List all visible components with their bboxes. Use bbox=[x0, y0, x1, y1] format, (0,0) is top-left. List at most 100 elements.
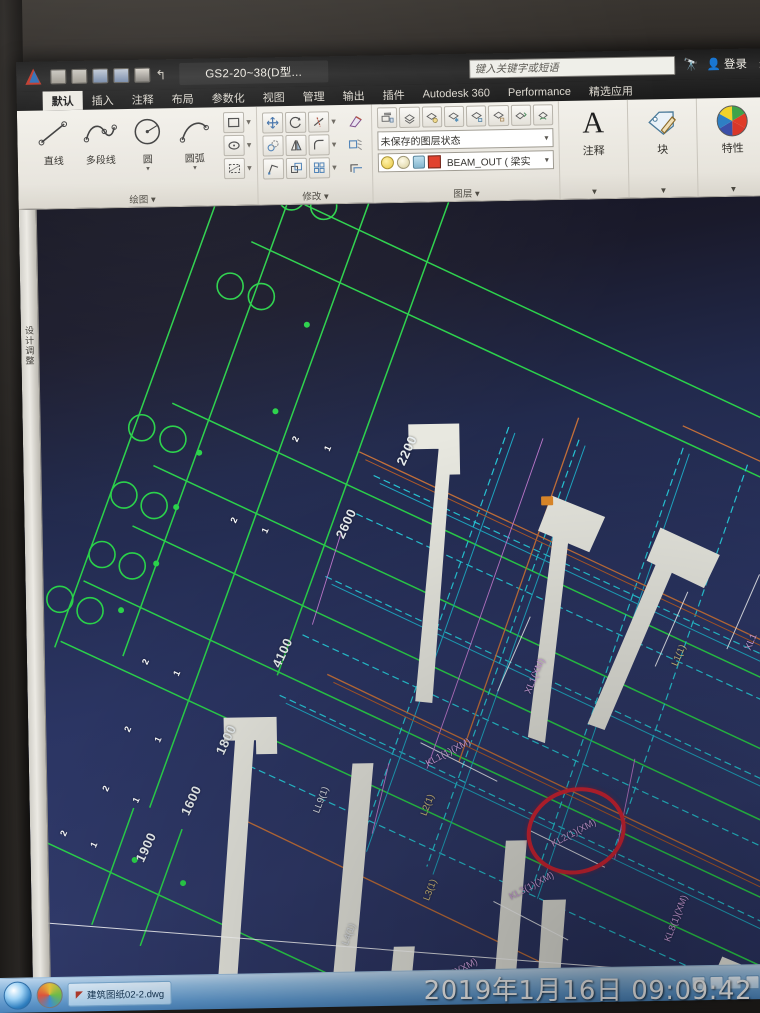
tab-default[interactable]: 默认 bbox=[42, 90, 83, 111]
tab-manage[interactable]: 管理 bbox=[294, 86, 334, 106]
arc-tool-label: 圆弧 bbox=[184, 153, 205, 165]
layer-on-bulb-icon[interactable] bbox=[380, 156, 395, 170]
annotation-tool[interactable]: A 注释 bbox=[567, 103, 620, 159]
properties-panel-expand[interactable]: ▾ bbox=[731, 184, 736, 196]
tab-view[interactable]: 视图 bbox=[254, 87, 294, 107]
circle-tool[interactable]: 圆 ▾ bbox=[125, 111, 170, 173]
current-layer-dropdown[interactable]: BEAM_OUT ( 梁实 ▾ bbox=[377, 150, 555, 173]
titlebar-right-group: 键入关键字或短语 🔭 👤 登录 » bbox=[469, 54, 760, 79]
arc-icon bbox=[177, 112, 212, 149]
arc-dropdown-icon[interactable]: ▾ bbox=[193, 165, 197, 172]
trim-dropdown-icon[interactable]: ▾ bbox=[331, 116, 336, 127]
line-tool[interactable]: 直线 bbox=[31, 113, 76, 168]
browser-icon[interactable] bbox=[36, 981, 63, 1009]
tab-autodesk-360[interactable]: Autodesk 360 bbox=[413, 83, 499, 104]
stretch-icon[interactable] bbox=[262, 158, 285, 180]
layer-lock-padlock-icon[interactable] bbox=[412, 155, 426, 169]
layer-state-value: 未保存的图层状态 bbox=[380, 135, 461, 149]
block-panel-expand[interactable]: ▾ bbox=[661, 185, 666, 197]
tab-performance[interactable]: Performance bbox=[499, 82, 580, 102]
save-icon[interactable] bbox=[92, 67, 109, 84]
layer-freeze-sun-icon[interactable] bbox=[396, 155, 411, 170]
move-icon[interactable] bbox=[261, 112, 284, 134]
taskbar-item-label: 建筑图纸02-2.dwg bbox=[86, 988, 165, 1002]
printer-icon[interactable] bbox=[134, 67, 151, 83]
hatch-icon[interactable] bbox=[223, 157, 246, 180]
new-file-icon[interactable] bbox=[50, 68, 67, 84]
polyline-icon bbox=[82, 114, 119, 151]
copy-icon[interactable] bbox=[262, 135, 284, 157]
quick-access-toolbar: ↰ bbox=[50, 67, 169, 84]
search-input[interactable]: 键入关键字或短语 bbox=[469, 55, 676, 79]
tab-insert[interactable]: 插入 bbox=[83, 90, 123, 110]
tab-output[interactable]: 输出 bbox=[333, 85, 373, 105]
open-folder-icon[interactable] bbox=[71, 68, 88, 84]
annotation-panel-expand[interactable]: ▾ bbox=[592, 186, 597, 198]
fillet-dropdown-icon[interactable]: ▾ bbox=[331, 139, 337, 150]
explode-icon[interactable] bbox=[345, 134, 366, 155]
block-insert-icon bbox=[645, 104, 680, 141]
color-wheel-icon bbox=[715, 103, 750, 140]
text-A-icon: A bbox=[582, 106, 605, 140]
layer-controls: 未保存的图层状态 ▾ BEAM_OUT ( 梁实 ▾ bbox=[376, 104, 555, 173]
scale-icon[interactable] bbox=[285, 157, 308, 180]
layer-lock-icon[interactable] bbox=[465, 105, 487, 127]
autocad-logo-icon[interactable] bbox=[22, 66, 44, 86]
layer-color-swatch[interactable] bbox=[427, 155, 442, 169]
polyline-tool[interactable]: 多段线 bbox=[78, 112, 123, 167]
cad-drawing-vector: Y X bbox=[31, 196, 760, 978]
layer-state-dropdown[interactable]: 未保存的图层状态 ▾ bbox=[377, 128, 554, 151]
layer-tool-row bbox=[376, 104, 554, 129]
mirror-icon[interactable] bbox=[285, 134, 307, 157]
ellipse-icon[interactable] bbox=[223, 134, 245, 157]
drawing-canvas[interactable]: Y X 2200 2600 4100 1800 1600 1900 2400 2… bbox=[18, 196, 760, 978]
layer-previous-icon[interactable] bbox=[532, 104, 554, 126]
tab-annotate[interactable]: 注释 bbox=[123, 89, 163, 109]
properties-label: 特性 bbox=[721, 142, 744, 156]
layer-off-icon[interactable] bbox=[421, 106, 443, 128]
ribbon-panel-draw: 直线 多段线 圆 ▾ 圆弧 ▾ ▾ ▾ ▾ 绘图 ▾ bbox=[16, 106, 259, 209]
block-tool[interactable]: 块 bbox=[636, 102, 689, 158]
offset-icon[interactable] bbox=[346, 157, 367, 178]
camera-timestamp: 2019年1月16日 09:09:42 bbox=[423, 976, 752, 1006]
titlebar-overflow-icon[interactable]: » bbox=[755, 56, 760, 71]
rotate-icon[interactable] bbox=[284, 111, 307, 134]
undo-arrow-icon[interactable]: ↰ bbox=[155, 67, 169, 82]
current-layer-value: BEAM_OUT ( 梁实 bbox=[446, 156, 531, 170]
polyline-tool-label: 多段线 bbox=[85, 155, 116, 167]
rectangle-dropdown-icon[interactable]: ▾ bbox=[246, 117, 251, 128]
annotation-label: 注释 bbox=[582, 145, 605, 158]
windows-start-orb-icon[interactable] bbox=[3, 981, 32, 1010]
sign-in-button[interactable]: 👤 登录 bbox=[706, 56, 748, 73]
layer-freeze-icon[interactable] bbox=[443, 105, 465, 128]
tab-featured-apps[interactable]: 精选应用 bbox=[580, 81, 642, 101]
eraser-icon[interactable] bbox=[345, 111, 366, 132]
binoculars-icon[interactable]: 🔭 bbox=[684, 57, 699, 71]
trim-icon[interactable] bbox=[307, 111, 330, 133]
user-icon: 👤 bbox=[706, 59, 722, 72]
array-dropdown-icon[interactable]: ▾ bbox=[332, 162, 337, 173]
autocad-window: ↰ GS2-20~38(D型... 键入关键字或短语 🔭 👤 登录 » 默认 插… bbox=[16, 48, 760, 1007]
palette-label: 设计调整 bbox=[23, 325, 35, 366]
line-tool-label: 直线 bbox=[43, 156, 64, 168]
ribbon-panel-properties: 特性 ▾ bbox=[697, 97, 760, 196]
layer-isolate-icon[interactable] bbox=[399, 106, 420, 128]
layer-properties-icon[interactable] bbox=[376, 107, 398, 129]
taskbar-item-autocad[interactable]: ◤ 建筑图纸02-2.dwg bbox=[67, 980, 173, 1007]
ellipse-dropdown-icon[interactable]: ▾ bbox=[246, 140, 252, 151]
tab-layout[interactable]: 布局 bbox=[163, 89, 203, 109]
layer-match-icon[interactable] bbox=[510, 104, 532, 126]
tab-parametric[interactable]: 参数化 bbox=[203, 88, 254, 108]
array-icon[interactable] bbox=[308, 157, 331, 179]
properties-tool[interactable]: 特性 bbox=[705, 100, 760, 156]
rectangle-icon[interactable] bbox=[222, 111, 245, 134]
hatch-dropdown-icon[interactable]: ▾ bbox=[247, 163, 252, 174]
tab-addins[interactable]: 插件 bbox=[373, 85, 413, 105]
arc-tool[interactable]: 圆弧 ▾ bbox=[172, 110, 217, 172]
ribbon-panel-modify: ▾ ▾ ▾ 修改 ▾ bbox=[256, 104, 374, 205]
fillet-icon[interactable] bbox=[308, 134, 330, 156]
layer-unlock-icon[interactable] bbox=[488, 104, 509, 127]
circle-dropdown-icon[interactable]: ▾ bbox=[146, 166, 150, 173]
save-as-icon[interactable] bbox=[113, 67, 130, 83]
modify-panel-title[interactable]: 修改 ▾ bbox=[263, 188, 367, 205]
